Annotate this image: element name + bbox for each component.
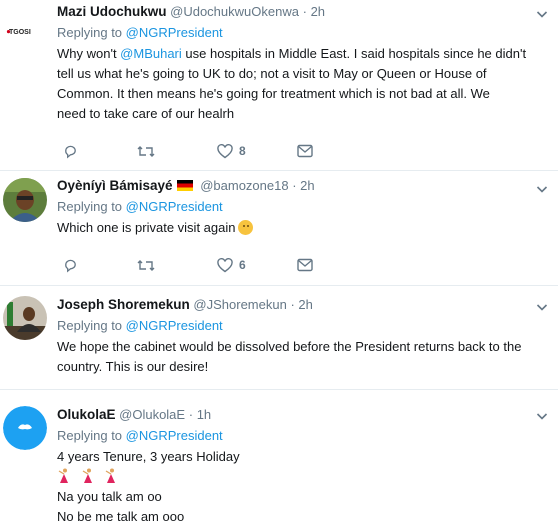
reply-icon: [65, 145, 76, 159]
tweet[interactable]: OlukolaE @OlukolaE · 1h Replying to @NGR…: [0, 390, 558, 530]
separator-dot: ·: [290, 297, 295, 312]
author-handle[interactable]: @UdochukwuOkenwa: [170, 4, 299, 19]
heart-icon: [217, 257, 233, 272]
chevron-down-icon[interactable]: [536, 301, 548, 313]
germany-flag-icon: [176, 180, 193, 191]
dancer-icon: [58, 468, 68, 483]
replying-prefix: Replying to: [57, 25, 126, 40]
message-icon: [297, 144, 313, 158]
tweet-text-line: tell us what he's going to UK to do; not…: [57, 66, 487, 81]
timestamp[interactable]: 2h: [311, 4, 325, 19]
author-name[interactable]: Joseph Shoremekun: [57, 297, 190, 312]
replying-to: Replying to @NGRPresident: [57, 316, 548, 336]
separator-dot: ·: [302, 4, 307, 19]
dancer-icon: [105, 468, 116, 483]
retweet-icon: [137, 145, 155, 157]
like-count: 8: [239, 144, 246, 158]
replying-prefix: Replying to: [57, 318, 126, 333]
retweet-button[interactable]: [137, 141, 155, 161]
avatar[interactable]: [3, 178, 47, 222]
dancer-emojis: [57, 467, 548, 487]
timestamp[interactable]: 2h: [298, 297, 312, 312]
tweet[interactable]: TGOSI Mazi Udochukwu @UdochukwuOkenwa · …: [0, 0, 558, 171]
author-name[interactable]: Mazi Udochukwu: [57, 4, 167, 19]
tweet-text-part: Why won't: [57, 46, 121, 61]
timestamp[interactable]: 2h: [300, 178, 314, 193]
author-handle[interactable]: @JShoremekun: [193, 297, 286, 312]
reply-button[interactable]: [63, 141, 78, 161]
tweet-text-line: Which one is private visit again: [57, 220, 236, 235]
tweet[interactable]: Joseph Shoremekun @JShoremekun · 2h Repl…: [0, 286, 558, 390]
author-handle[interactable]: @bamozone18: [200, 178, 288, 193]
dm-button[interactable]: [297, 141, 313, 161]
timestamp[interactable]: 1h: [197, 407, 211, 422]
replying-prefix: Replying to: [57, 199, 126, 214]
dm-button[interactable]: [297, 255, 313, 275]
tweet-text: Why won't @MBuhari use hospitals in Midd…: [57, 44, 548, 124]
separator-dot: ·: [188, 407, 194, 422]
tweet-text-line: No be me talk am ooo: [57, 509, 185, 524]
like-button[interactable]: 8: [217, 141, 246, 161]
tweet-text: Which one is private visit again: [57, 218, 548, 238]
chevron-down-icon[interactable]: [536, 183, 548, 195]
like-count: 6: [239, 258, 246, 272]
avatar[interactable]: TGOSI: [2, 7, 48, 53]
retweet-button[interactable]: [137, 255, 155, 275]
retweet-icon: [137, 259, 155, 271]
tweet-text: 4 years Tenure, 3 years Holiday Na you t…: [57, 447, 548, 527]
heart-icon: [217, 143, 233, 158]
replying-to: Replying to @NGRPresident: [57, 197, 548, 217]
mention-link[interactable]: @NGRPresident: [126, 199, 223, 214]
separator-dot: ·: [292, 178, 297, 193]
mention-link[interactable]: @NGRPresident: [126, 428, 223, 443]
thinking-face-icon: [238, 220, 254, 235]
replying-to: Replying to @NGRPresident: [57, 426, 548, 446]
author-name[interactable]: Oyèníyì Bámisayé: [57, 178, 173, 193]
author-handle[interactable]: @OlukolaE: [119, 407, 185, 422]
chevron-down-icon[interactable]: [536, 8, 548, 20]
tweet-text-line: country. This is our desire!: [57, 359, 209, 374]
replying-prefix: Replying to: [57, 428, 126, 443]
avatar[interactable]: [3, 296, 47, 340]
message-icon: [297, 258, 313, 272]
mention-link[interactable]: @NGRPresident: [126, 318, 223, 333]
reply-icon: [65, 259, 76, 273]
avatar-text: TGOSI: [9, 29, 31, 36]
mention-link[interactable]: @MBuhari: [120, 46, 182, 61]
like-button[interactable]: 6: [217, 255, 246, 275]
tweet-text: We hope the cabinet would be dissolved b…: [57, 337, 548, 377]
author-name[interactable]: OlukolaE: [57, 407, 116, 422]
avatar[interactable]: [3, 406, 47, 450]
tweet-text-line: 4 years Tenure, 3 years Holiday: [57, 449, 240, 464]
tweet-text-line: Na you talk am oo: [57, 489, 162, 504]
tweet-text-part: use hospitals in Middle East. I said hos…: [181, 46, 527, 61]
tweet-text-line: We hope the cabinet would be dissolved b…: [57, 339, 522, 354]
replying-to: Replying to @NGRPresident: [57, 23, 548, 43]
mention-link[interactable]: @NGRPresident: [126, 25, 223, 40]
tweet-text-line: need to take care of our healrh: [57, 106, 235, 121]
tweet-text-line: Common. It then means he's going for tre…: [57, 86, 490, 101]
chevron-down-icon[interactable]: [536, 410, 548, 422]
dancer-icon: [82, 468, 92, 483]
tweet[interactable]: Oyèníyì Bámisayé @bamozone18 · 2h Replyi…: [0, 171, 558, 286]
reply-button[interactable]: [63, 255, 78, 275]
